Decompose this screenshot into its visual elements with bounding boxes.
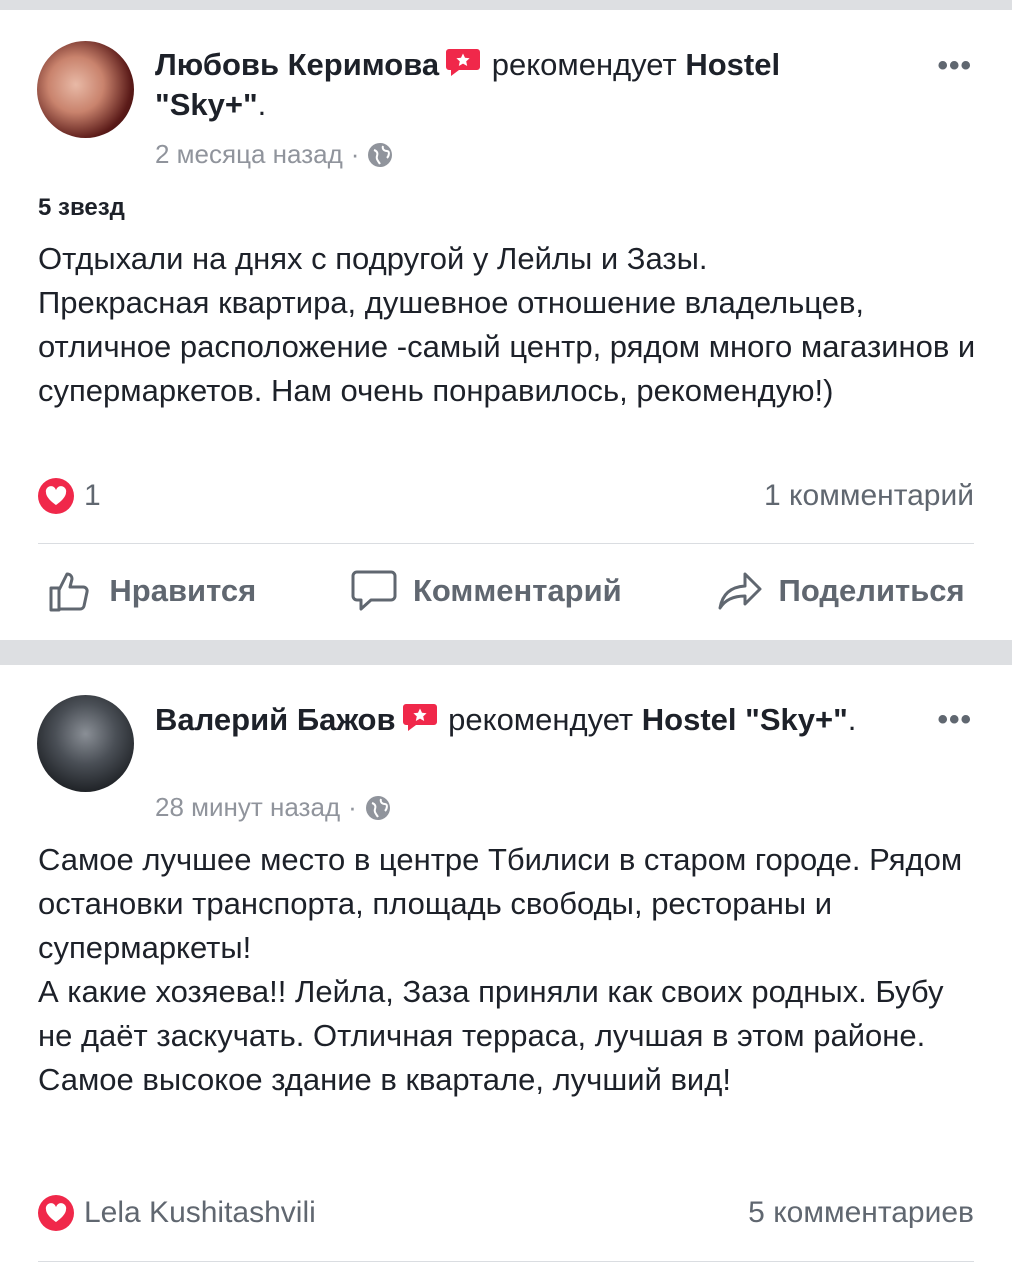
post-text: Отдыхали на днях с подругой у Лейлы и За… bbox=[38, 241, 976, 408]
post-time[interactable]: 28 минут назад bbox=[155, 792, 340, 823]
like-button[interactable]: Нравится bbox=[47, 568, 256, 614]
thumbs-up-icon bbox=[49, 572, 89, 612]
share-label: Поделиться bbox=[778, 573, 965, 608]
reaction-count: 1 bbox=[84, 479, 101, 512]
share-icon bbox=[718, 572, 762, 610]
page-link[interactable]: Hostel "Sky+" bbox=[642, 702, 848, 737]
post-header: Любовь Керимова рекомендует Hostel "Sky+… bbox=[155, 47, 781, 122]
post-time[interactable]: 2 месяца назад bbox=[155, 139, 343, 170]
like-label: Нравится bbox=[109, 573, 257, 608]
post-text: Самое лучшее место в центре Тбилиси в ст… bbox=[38, 842, 963, 1097]
reactions-bar: Lela Kushitashvili 5 комментариев bbox=[38, 1195, 974, 1231]
author-name[interactable]: Валерий Бажов bbox=[155, 702, 396, 737]
author-name[interactable]: Любовь Керимова bbox=[155, 47, 439, 82]
star-rating: 5 звезд bbox=[38, 194, 125, 221]
author-avatar[interactable] bbox=[37, 695, 134, 792]
post-2: Валерий Бажов рекомендует Hostel "Sky+".… bbox=[0, 665, 1012, 1280]
post-meta: 28 минут назад · bbox=[155, 792, 391, 823]
meta-dot: · bbox=[350, 139, 360, 169]
meta-dot: · bbox=[348, 792, 357, 822]
globe-icon bbox=[368, 142, 393, 167]
love-reaction-icon bbox=[38, 478, 74, 514]
reaction-summary[interactable]: 1 bbox=[38, 478, 101, 514]
more-options-icon[interactable]: ••• bbox=[937, 51, 972, 81]
reaction-name: Lela Kushitashvili bbox=[84, 1196, 316, 1229]
action-bar: Нравится Комментарий Поделиться bbox=[0, 568, 1012, 614]
divider bbox=[38, 1261, 974, 1262]
divider bbox=[38, 543, 974, 544]
author-avatar[interactable] bbox=[37, 41, 134, 138]
share-button[interactable]: Поделиться bbox=[717, 570, 965, 612]
recommend-icon bbox=[446, 49, 481, 76]
post-separator bbox=[0, 640, 1012, 665]
comment-count[interactable]: 5 комментариев bbox=[748, 1196, 974, 1230]
post-meta: 2 месяца назад · bbox=[155, 139, 393, 170]
comment-count[interactable]: 1 комментарий bbox=[764, 479, 974, 513]
recommend-verb: рекомендует bbox=[491, 47, 677, 82]
post-header: Валерий Бажов рекомендует Hostel "Sky+". bbox=[155, 702, 857, 737]
reactions-bar: 1 1 комментарий bbox=[38, 478, 974, 514]
comment-label: Комментарий bbox=[412, 573, 622, 608]
globe-icon bbox=[365, 795, 390, 820]
comment-button[interactable]: Комментарий bbox=[351, 569, 622, 613]
reaction-summary[interactable]: Lela Kushitashvili bbox=[38, 1195, 316, 1231]
comment-icon bbox=[351, 570, 397, 611]
post-1: Любовь Керимова рекомендует Hostel "Sky+… bbox=[0, 0, 1012, 640]
love-reaction-icon bbox=[38, 1195, 74, 1231]
recommend-verb: рекомендует bbox=[448, 702, 634, 737]
recommend-icon bbox=[402, 704, 437, 731]
more-options-icon[interactable]: ••• bbox=[937, 705, 972, 735]
